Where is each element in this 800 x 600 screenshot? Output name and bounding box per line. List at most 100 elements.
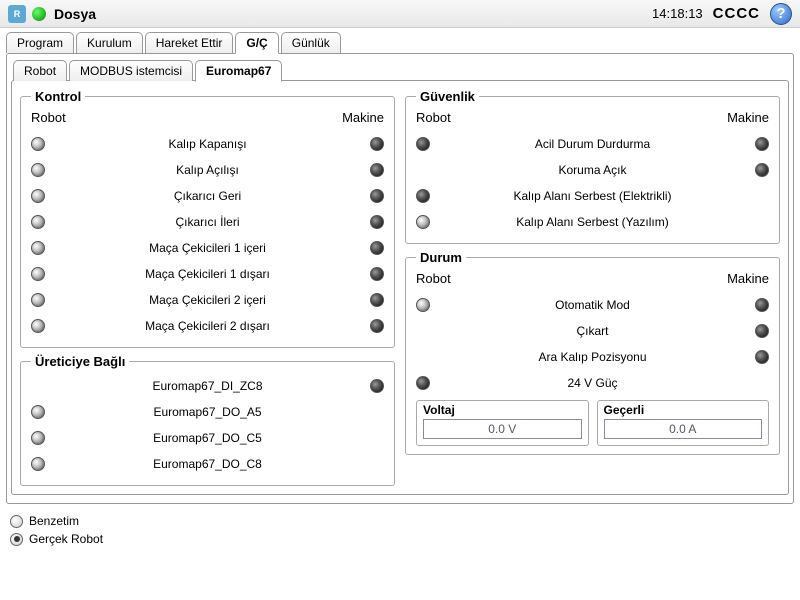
group-guvenlik: Güvenlik Robot Makine Acil Durum Durdurm… [405,89,780,244]
radio-sim-label: Benzetim [29,514,79,528]
tab-program[interactable]: Program [6,32,74,53]
clock: 14:18:13 [652,6,703,21]
led-machine-icon [755,163,769,177]
gecerli-value: 0.0 A [604,419,763,439]
guvenlik-row: Kalıp Alanı Serbest (Elektrikli) [416,183,769,209]
kontrol-row: Maça Çekicileri 1 içeri [31,235,384,261]
uretici-label: Euromap67_DI_ZC8 [45,379,370,393]
durum-label: Çıkart [430,324,755,338]
kontrol-label: Çıkarıcı Geri [45,189,370,203]
led-robot-icon [31,215,45,229]
guvenlik-header: Robot Makine [416,110,769,125]
group-kontrol: Kontrol Robot Makine Kalıp Kapanışı Kalıp… [20,89,395,348]
tab-g-nl-k[interactable]: Günlük [281,32,341,53]
kontrol-row: Çıkarıcı İleri [31,209,384,235]
voltaj-label: Voltaj [423,403,582,417]
led-machine-icon [755,324,769,338]
durum-label: Otomatik Mod [430,298,755,312]
hdr-robot: Robot [416,271,451,286]
group-durum: Durum Robot Makine Otomatik Mod Çıkart Ara… [405,250,780,455]
durum-row: Ara Kalıp Pozisyonu [416,344,769,370]
led-robot-icon [31,405,45,419]
hdr-robot: Robot [416,110,451,125]
guvenlik-label: Acil Durum Durdurma [430,137,755,151]
metric-gecerli: Geçerli 0.0 A [597,400,770,446]
led-robot-icon [416,376,430,390]
help-icon[interactable]: ? [770,3,792,25]
guvenlik-row: Koruma Açık [416,157,769,183]
kontrol-label: Maça Çekicileri 2 dışarı [45,319,370,333]
durum-label: Ara Kalıp Pozisyonu [430,350,755,364]
led-machine-icon [755,350,769,364]
group-uretici-title: Üreticiye Bağlı [31,354,129,369]
led-robot-icon [31,457,45,471]
led-machine-icon [370,319,384,333]
group-guvenlik-title: Güvenlik [416,89,479,104]
hdr-machine: Makine [727,271,769,286]
led-robot-icon [31,431,45,445]
subtab-modbus-istemcisi[interactable]: MODBUS istemcisi [69,60,193,81]
led-robot-icon [416,215,430,229]
sub-tabbar: RobotMODBUS istemcisiEuromap67 [11,58,789,81]
kontrol-row: Kalıp Açılışı [31,157,384,183]
radio-sim[interactable]: Benzetim [10,512,790,530]
led-robot-icon [416,137,430,151]
durum-row: 24 V Güç [416,370,769,396]
durum-header: Robot Makine [416,271,769,286]
led-machine-icon [755,137,769,151]
metric-voltaj: Voltaj 0.0 V [416,400,589,446]
radio-real-button[interactable] [10,533,23,546]
uretici-label: Euromap67_DO_A5 [45,405,370,419]
led-machine-icon [370,163,384,177]
kontrol-row: Kalıp Kapanışı [31,131,384,157]
hdr-robot: Robot [31,110,66,125]
group-uretici: Üreticiye Bağlı Euromap67_DI_ZC8 Euromap6… [20,354,395,486]
led-robot-icon [31,241,45,255]
kontrol-label: Kalıp Kapanışı [45,137,370,151]
uretici-row: Euromap67_DO_C5 [31,425,384,451]
led-machine-icon [370,293,384,307]
voltaj-value: 0.0 V [423,419,582,439]
guvenlik-label: Kalıp Alanı Serbest (Yazılım) [430,215,755,229]
led-machine-icon [370,379,384,393]
subtab-euromap67[interactable]: Euromap67 [195,60,282,82]
kontrol-row: Çıkarıcı Geri [31,183,384,209]
kontrol-row: Maça Çekicileri 1 dışarı [31,261,384,287]
kontrol-label: Çıkarıcı İleri [45,215,370,229]
subtab-robot[interactable]: Robot [13,60,67,81]
euromap67-panel: Kontrol Robot Makine Kalıp Kapanışı Kalıp… [11,80,789,495]
right-column: Güvenlik Robot Makine Acil Durum Durdurm… [405,89,780,486]
status-badge: CCCC [713,5,760,22]
kontrol-row: Maça Çekicileri 2 dışarı [31,313,384,339]
main-tabbar: ProgramKurulumHareket EttirG/ÇGünlük [0,28,800,53]
group-durum-title: Durum [416,250,466,265]
kontrol-label: Kalıp Açılışı [45,163,370,177]
uretici-row: Euromap67_DO_A5 [31,399,384,425]
led-robot-icon [31,267,45,281]
durum-label: 24 V Güç [430,376,755,390]
tab-kurulum[interactable]: Kurulum [76,32,143,53]
tab-hareket-ettir[interactable]: Hareket Ettir [145,32,234,53]
kontrol-label: Maça Çekicileri 1 içeri [45,241,370,255]
gecerli-label: Geçerli [604,403,763,417]
led-robot-icon [31,163,45,177]
uretici-label: Euromap67_DO_C5 [45,431,370,445]
radio-real[interactable]: Gerçek Robot [10,530,790,548]
uretici-row: Euromap67_DI_ZC8 [31,373,384,399]
kontrol-label: Maça Çekicileri 2 içeri [45,293,370,307]
page-io: RobotMODBUS istemcisiEuromap67 Kontrol R… [6,53,794,504]
guvenlik-label: Koruma Açık [430,163,755,177]
led-machine-icon [370,241,384,255]
group-kontrol-title: Kontrol [31,89,85,104]
led-machine-icon [370,215,384,229]
led-robot-icon [31,293,45,307]
kontrol-label: Maça Çekicileri 1 dışarı [45,267,370,281]
led-robot-icon [31,189,45,203]
kontrol-header: Robot Makine [31,110,384,125]
led-machine-icon [370,267,384,281]
kontrol-row: Maça Çekicileri 2 içeri [31,287,384,313]
radio-sim-button[interactable] [10,515,23,528]
hdr-machine: Makine [342,110,384,125]
app-status-icon [32,7,46,21]
tab-g-[interactable]: G/Ç [235,32,278,54]
